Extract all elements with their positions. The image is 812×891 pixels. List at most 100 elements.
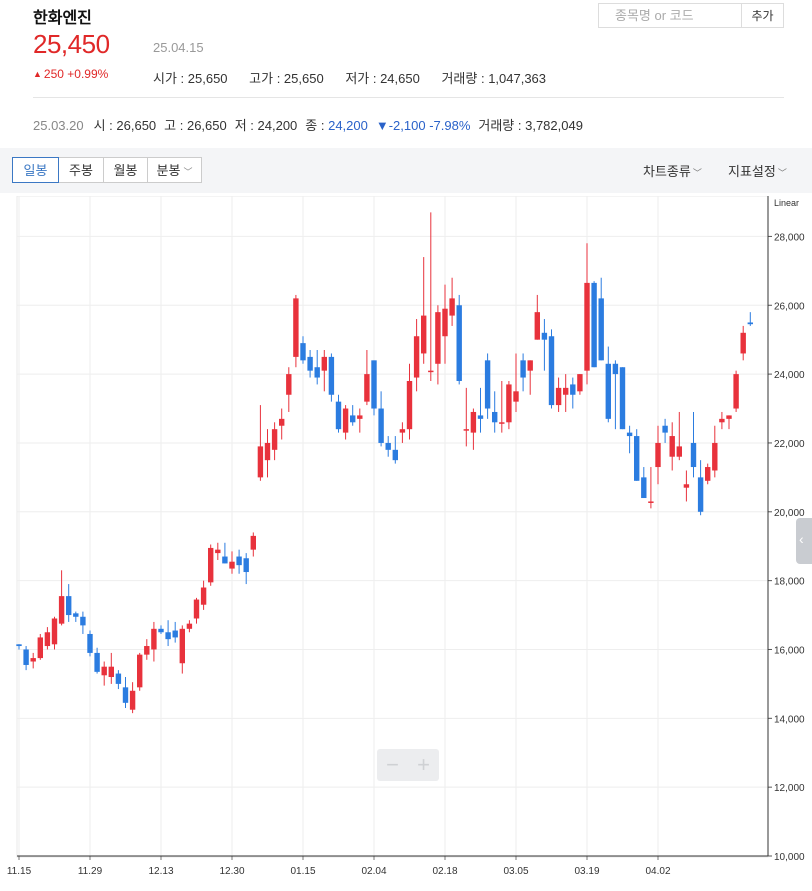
candle-up: [357, 415, 363, 419]
candle-up: [186, 623, 193, 629]
stat-value: 25,650: [187, 71, 228, 86]
candle-up: [683, 484, 690, 488]
tab-minute[interactable]: 분봉 ﹀: [147, 157, 202, 183]
candle-down: [591, 282, 597, 368]
candle-up: [463, 429, 469, 431]
scale-label: Linear: [774, 198, 799, 208]
candle-up: [129, 690, 136, 710]
candle-down: [378, 408, 384, 443]
stat-open: 시가 : 25,650: [153, 71, 228, 86]
candle-up: [413, 336, 420, 378]
candle-down: [350, 415, 356, 423]
candle-up: [555, 387, 562, 406]
add-button[interactable]: 추가: [742, 3, 784, 28]
x-tick-label: 12.13: [148, 866, 173, 877]
candle-down: [371, 360, 377, 409]
x-tick-label: 12.30: [219, 866, 244, 877]
tab-monthly[interactable]: 월봉: [103, 157, 148, 183]
x-tick-label: 03.19: [574, 866, 599, 877]
zoom-out-button[interactable]: −: [377, 749, 408, 781]
candle-down: [335, 401, 342, 430]
hover-close-label: 종 :: [305, 118, 329, 133]
candle-up: [676, 446, 682, 457]
candle-down: [80, 616, 86, 626]
chart-type-dropdown[interactable]: 차트종류 ﹀: [643, 161, 702, 180]
header-divider: [33, 97, 784, 98]
candle-down: [612, 363, 619, 375]
candle-up: [470, 411, 477, 433]
candle-down: [165, 632, 171, 640]
candle-down: [73, 613, 79, 617]
hover-low: 저 : 24,200: [234, 118, 298, 133]
candle-up: [279, 418, 285, 426]
candle-down: [570, 384, 576, 395]
candle-down: [492, 411, 498, 423]
candle-up: [151, 628, 157, 650]
candle-up: [449, 298, 455, 316]
candle-down: [94, 652, 100, 672]
candle-down: [619, 367, 626, 430]
candle-up: [421, 315, 427, 354]
hover-close-value: 24,200: [328, 118, 368, 133]
candle-up: [179, 628, 185, 664]
candle-up: [264, 442, 271, 461]
candle-up: [144, 646, 150, 655]
candle-up: [563, 387, 569, 395]
candle-up: [534, 312, 540, 340]
candle-down: [236, 556, 242, 566]
hover-open: 시 : 26,650: [93, 118, 157, 133]
candle-up: [37, 637, 43, 659]
candle-up: [733, 374, 739, 409]
candle-up: [250, 535, 256, 550]
side-panel-toggle[interactable]: ‹: [796, 518, 812, 564]
stat-label: 시가 :: [153, 71, 188, 86]
candle-down: [87, 633, 93, 653]
candle-down: [641, 477, 647, 499]
candlestick-chart[interactable]: 10,00012,00014,00016,00018,00020,00022,0…: [5, 196, 812, 891]
stat-label: 저가 :: [345, 71, 381, 86]
candle-up: [208, 547, 214, 583]
candle-up: [513, 391, 519, 402]
stat-label: 거래량 :: [441, 71, 489, 86]
stat-value: 24,650: [380, 71, 420, 86]
x-tick-label: 02.04: [361, 866, 386, 877]
candle-down: [605, 363, 611, 419]
candle-down: [747, 322, 753, 325]
candle-down: [662, 425, 668, 433]
tab-weekly[interactable]: 주봉: [58, 157, 104, 183]
y-tick-label: 28,000: [774, 232, 805, 243]
candle-down: [697, 477, 704, 512]
candle-up: [669, 436, 675, 457]
indicator-settings-dropdown[interactable]: 지표설정 ﹀: [728, 161, 787, 180]
current-price: 25,450: [33, 29, 110, 59]
candle-down: [158, 628, 164, 633]
candle-down: [314, 367, 320, 378]
x-tick-label: 02.18: [432, 866, 457, 877]
candle-down: [16, 644, 22, 647]
chevron-down-icon: ﹀: [692, 168, 702, 178]
candle-up: [435, 312, 441, 364]
stat-high: 고가 : 25,650: [249, 71, 324, 86]
hover-change: ▼-2,100 -7.98%: [375, 118, 471, 133]
chevron-down-icon: ﹀: [777, 168, 787, 178]
hover-high: 고 : 26,650: [164, 118, 227, 133]
candle-up: [499, 422, 505, 424]
chart-type-label: 차트종류: [643, 164, 691, 179]
candle-up: [271, 429, 278, 450]
zoom-in-button[interactable]: +: [408, 749, 439, 781]
candle-down: [477, 415, 484, 419]
price-change-value: 250 +0.99%: [43, 67, 109, 81]
chevron-down-icon: ﹀: [183, 167, 193, 177]
x-tick-label: 01.15: [290, 866, 315, 877]
hover-ohlc-info: 25.03.20 시 : 26,650 고 : 26,650 저 : 24,200 종 …: [33, 115, 583, 134]
chevron-left-icon: ‹: [799, 531, 804, 547]
stock-search-input[interactable]: 종목명 or 코드: [598, 3, 742, 28]
candle-down: [122, 687, 129, 703]
candle-up: [428, 370, 434, 373]
y-tick-label: 22,000: [774, 439, 805, 450]
candle-up: [321, 356, 327, 371]
stock-name: 한화엔진: [33, 10, 92, 27]
candle-up: [108, 666, 114, 678]
tab-daily[interactable]: 일봉: [12, 157, 59, 183]
stat-low: 저가 : 24,650: [345, 71, 420, 86]
